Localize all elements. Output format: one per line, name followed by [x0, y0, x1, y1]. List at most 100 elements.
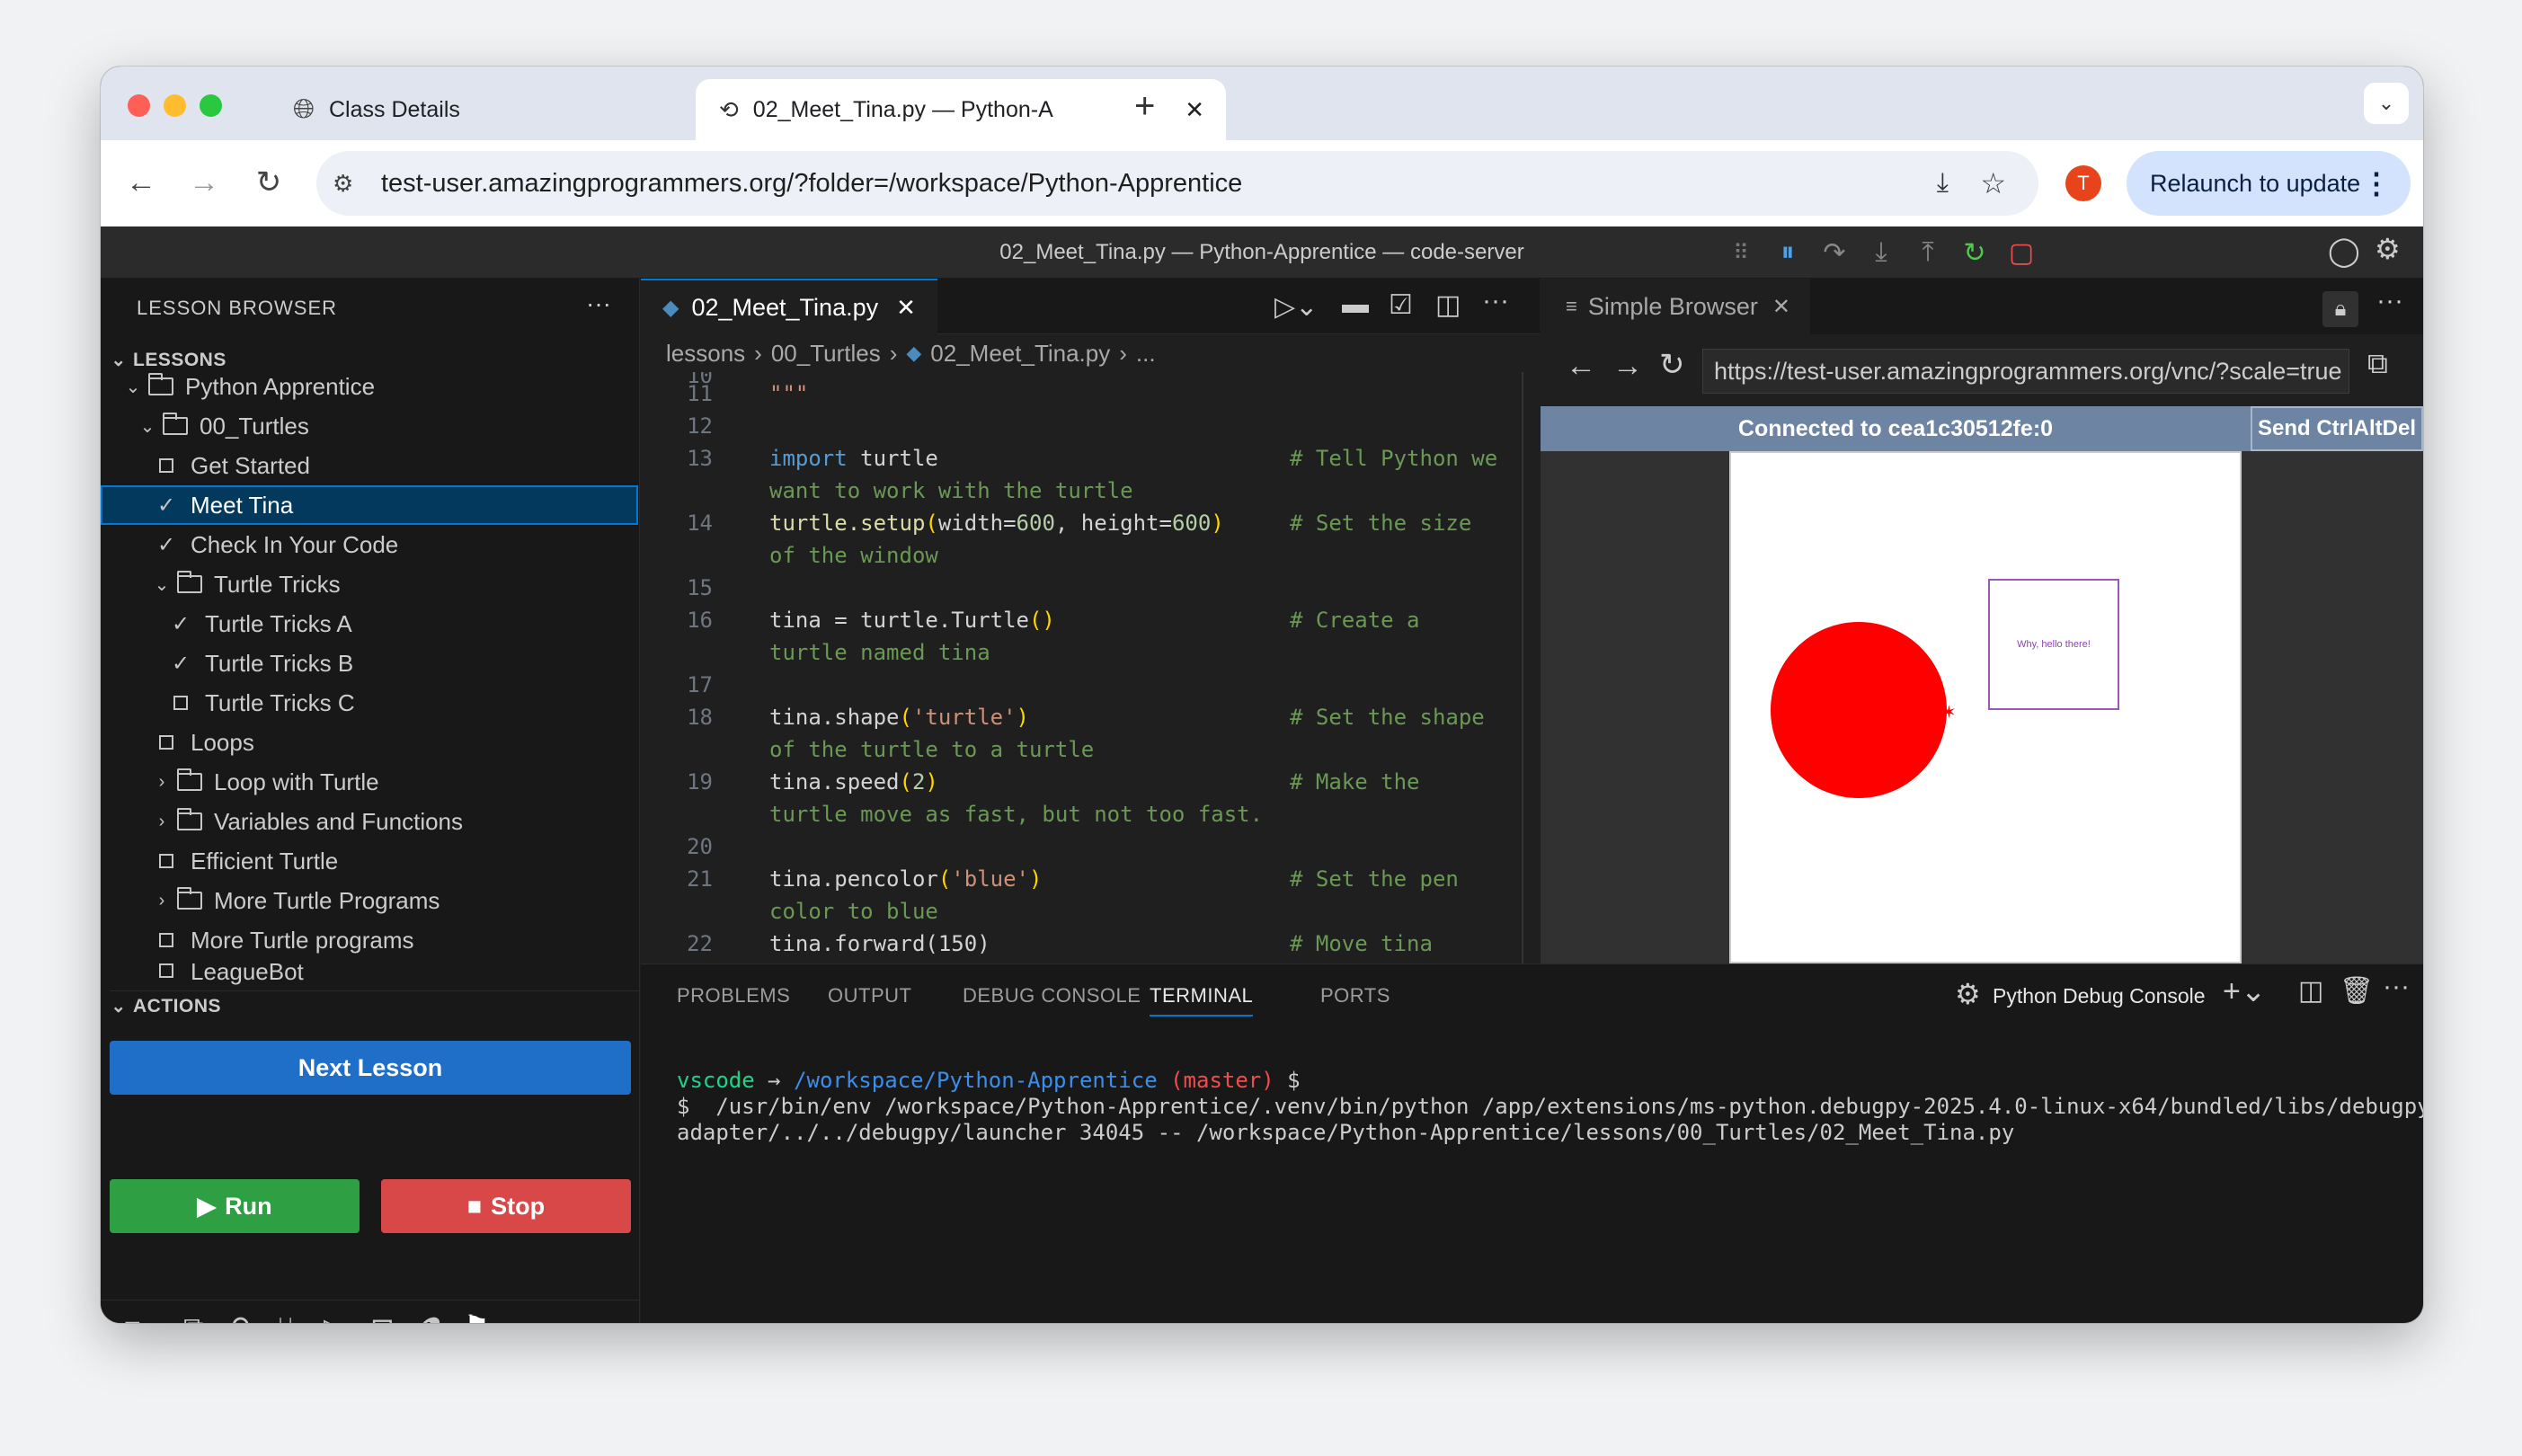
step-into-icon[interactable]: ⤓ [1866, 237, 1896, 268]
tree-item-check-in-your-code[interactable]: ✓ Check In Your Code [101, 525, 640, 564]
vertical-scrollbar[interactable] [1522, 372, 1523, 963]
tree-item-get-started[interactable]: Get Started [101, 446, 640, 485]
tab-debug-console[interactable]: DEBUG CONSOLE [963, 984, 1141, 1008]
tab-problems[interactable]: PROBLEMS [677, 984, 790, 1008]
source-control-icon[interactable]: ⑂ [277, 1311, 294, 1323]
explorer-icon[interactable]: ⧉ [183, 1311, 204, 1324]
reload-button[interactable]: ↻ [1659, 347, 1685, 383]
tab-terminal[interactable]: TERMINAL [1150, 984, 1254, 1017]
stop-button[interactable]: ■ Stop [381, 1179, 631, 1233]
address-bar[interactable]: ⚙ test-user.amazingprogrammers.org/?fold… [316, 151, 2038, 216]
code-editor[interactable]: 10 11 """ 12 13 import turtle # Tell Pyt… [641, 372, 1540, 963]
tree-item-turtle-tricks-a[interactable]: ✓ Turtle Tricks A [101, 604, 640, 644]
more-actions-icon[interactable]: ··· [586, 289, 611, 318]
pause-icon[interactable]: ⏸︎ [1772, 237, 1803, 268]
tab-ports[interactable]: PORTS [1320, 984, 1390, 1008]
folder-icon [177, 887, 202, 910]
close-icon[interactable]: ✕ [1772, 294, 1790, 320]
close-window-button[interactable] [128, 94, 150, 117]
tree-item-turtle-tricks-c[interactable]: Turtle Tricks C [101, 683, 640, 723]
folder-icon [177, 571, 202, 593]
gear-icon[interactable]: ⚙ [2375, 232, 2401, 266]
install-app-icon[interactable]: ⤓ [1937, 168, 1949, 199]
send-ctrlaltdel-button[interactable]: Send CtrlAltDel [2251, 406, 2423, 451]
breadcrumb-item[interactable]: 02_Meet_Tina.py [930, 340, 1110, 368]
turtle-canvas[interactable]: ✶ Why, hello there! [1729, 451, 2242, 963]
bookmark-star-icon[interactable]: ☆ [1980, 166, 2006, 200]
hello-text-box: Why, hello there! [1988, 579, 2119, 710]
split-terminal-icon[interactable]: ◫ [2298, 975, 2323, 1007]
tree-item-leaguebot[interactable]: LeagueBot [101, 958, 640, 985]
step-over-icon[interactable]: ↷ [1819, 237, 1850, 269]
open-external-icon[interactable]: ⧉ [2367, 347, 2388, 381]
tree-item-loop-with-turtle[interactable]: › Loop with Turtle [101, 762, 640, 802]
breadcrumb-item[interactable]: ... [1136, 340, 1156, 368]
checkbox-icon [159, 963, 173, 978]
testing-icon[interactable]: ⚗ [419, 1311, 445, 1324]
close-tab-icon[interactable]: ✕ [1185, 96, 1204, 124]
more-actions-icon[interactable]: ··· [2376, 286, 2403, 316]
tree-item-efficient-turtle[interactable]: Efficient Turtle [101, 841, 640, 881]
menu-icon[interactable]: ≡ [124, 1311, 141, 1323]
reload-button[interactable]: ↻ [246, 160, 291, 205]
minimize-window-button[interactable] [164, 94, 186, 117]
tree-item-turtle-tricks[interactable]: ⌄ Turtle Tricks [101, 564, 640, 604]
split-editor-icon[interactable]: ◫ [1435, 289, 1461, 321]
new-tab-button[interactable]: + [1134, 86, 1155, 127]
forward-button[interactable]: → [182, 160, 226, 205]
back-button[interactable]: ← [1566, 349, 1596, 384]
stop-debug-icon[interactable]: ▢ [2006, 237, 2037, 269]
tree-item-more-turtle-programs-folder[interactable]: › More Turtle Programs [101, 881, 640, 920]
search-icon[interactable]: ⚲ [230, 1311, 251, 1324]
tree-item-meet-tina[interactable]: ✓ Meet Tina [101, 485, 638, 525]
site-settings-icon[interactable]: ⚙ [333, 170, 353, 198]
tree-item-loops[interactable]: Loops [101, 723, 640, 762]
drag-handle-icon[interactable]: ⠿ [1726, 240, 1756, 266]
tree-item-00-turtles[interactable]: ⌄ 00_Turtles [101, 406, 640, 446]
check-square-icon[interactable]: ☑ [1389, 289, 1413, 321]
lesson-flag-icon[interactable]: ⚑ [464, 1309, 490, 1324]
screen-icon[interactable]: ▬ [1342, 289, 1369, 320]
forward-button[interactable]: → [1612, 349, 1643, 384]
tab-title: 02_Meet_Tina.py — Python-A [752, 96, 1053, 122]
simple-browser-tab[interactable]: ≡ Simple Browser ✕ [1541, 279, 1810, 334]
tree-item-more-turtle-programs[interactable]: More Turtle programs [101, 920, 640, 960]
kebab-menu-icon[interactable]: ⋮ [2362, 166, 2391, 200]
extensions-icon[interactable]: ⊞ [370, 1311, 395, 1324]
browser-tab-strip: 🌐︎ Class Details ✕ ⟲ 02_Meet_Tina.py — P… [101, 67, 2423, 140]
checkbox-icon [159, 458, 173, 473]
trash-icon[interactable]: 🗑︎ [2340, 975, 2374, 1007]
maximize-window-button[interactable] [200, 94, 222, 117]
tree-item-variables-and-functions[interactable]: › Variables and Functions [101, 802, 640, 841]
tab-output[interactable]: OUTPUT [828, 984, 911, 1008]
next-lesson-button[interactable]: Next Lesson [110, 1041, 631, 1095]
tab-search-button[interactable]: ⌄ [2364, 83, 2409, 124]
breadcrumb-item[interactable]: 00_Turtles [771, 340, 881, 368]
activity-bar: ≡ ⧉ ⚲ ⑂ ▷ 1 ⊞ ⚗ ⚑ [101, 1300, 640, 1323]
simple-browser-url[interactable]: https://test-user.amazingprogrammers.org… [1702, 349, 2349, 394]
editor-tabs: ◆ 02_Meet_Tina.py ✕ ▷⌄ ▬ ☑ ◫ ··· [641, 279, 1540, 334]
run-python-icon[interactable]: ▷⌄ [1274, 291, 1318, 323]
close-icon[interactable]: ✕ [896, 294, 916, 322]
back-button[interactable]: ← [119, 160, 164, 205]
step-out-icon[interactable]: ⤒ [1913, 237, 1943, 268]
editor-tab-02-meet-tina[interactable]: ◆ 02_Meet_Tina.py ✕ [641, 279, 937, 334]
lock-icon[interactable]: 🔒︎ [2322, 291, 2358, 327]
account-icon[interactable]: ◯ [2328, 234, 2360, 268]
restart-icon[interactable]: ↻ [1959, 237, 1990, 269]
breadcrumb-item[interactable]: lessons [666, 340, 745, 368]
terminal-output[interactable]: vscode → /workspace/Python-Apprentice (m… [677, 1042, 2423, 1146]
relaunch-button[interactable]: Relaunch to update ⋮ [2127, 151, 2411, 216]
profile-avatar[interactable]: T [2065, 165, 2101, 201]
bottom-panel: PROBLEMS OUTPUT DEBUG CONSOLE TERMINAL P… [641, 963, 2423, 1323]
terminal-name[interactable]: Python Debug Console [1993, 984, 2206, 1008]
run-debug-icon[interactable]: ▷ [324, 1311, 346, 1324]
more-actions-icon[interactable]: ··· [1482, 286, 1509, 316]
vnc-status-bar: Connected to cea1c30512fe:0 Send CtrlAlt… [1541, 406, 2423, 451]
more-actions-icon[interactable]: ··· [2383, 972, 2410, 1002]
tree-item-python-apprentice[interactable]: ⌄ Python Apprentice [101, 367, 640, 406]
tree-item-turtle-tricks-b[interactable]: ✓ Turtle Tricks B [101, 644, 640, 683]
new-terminal-icon[interactable]: +⌄ [2223, 973, 2266, 1009]
actions-section-header[interactable]: ⌄ ACTIONS [110, 990, 640, 1017]
run-button[interactable]: ▶ Run [110, 1179, 360, 1233]
